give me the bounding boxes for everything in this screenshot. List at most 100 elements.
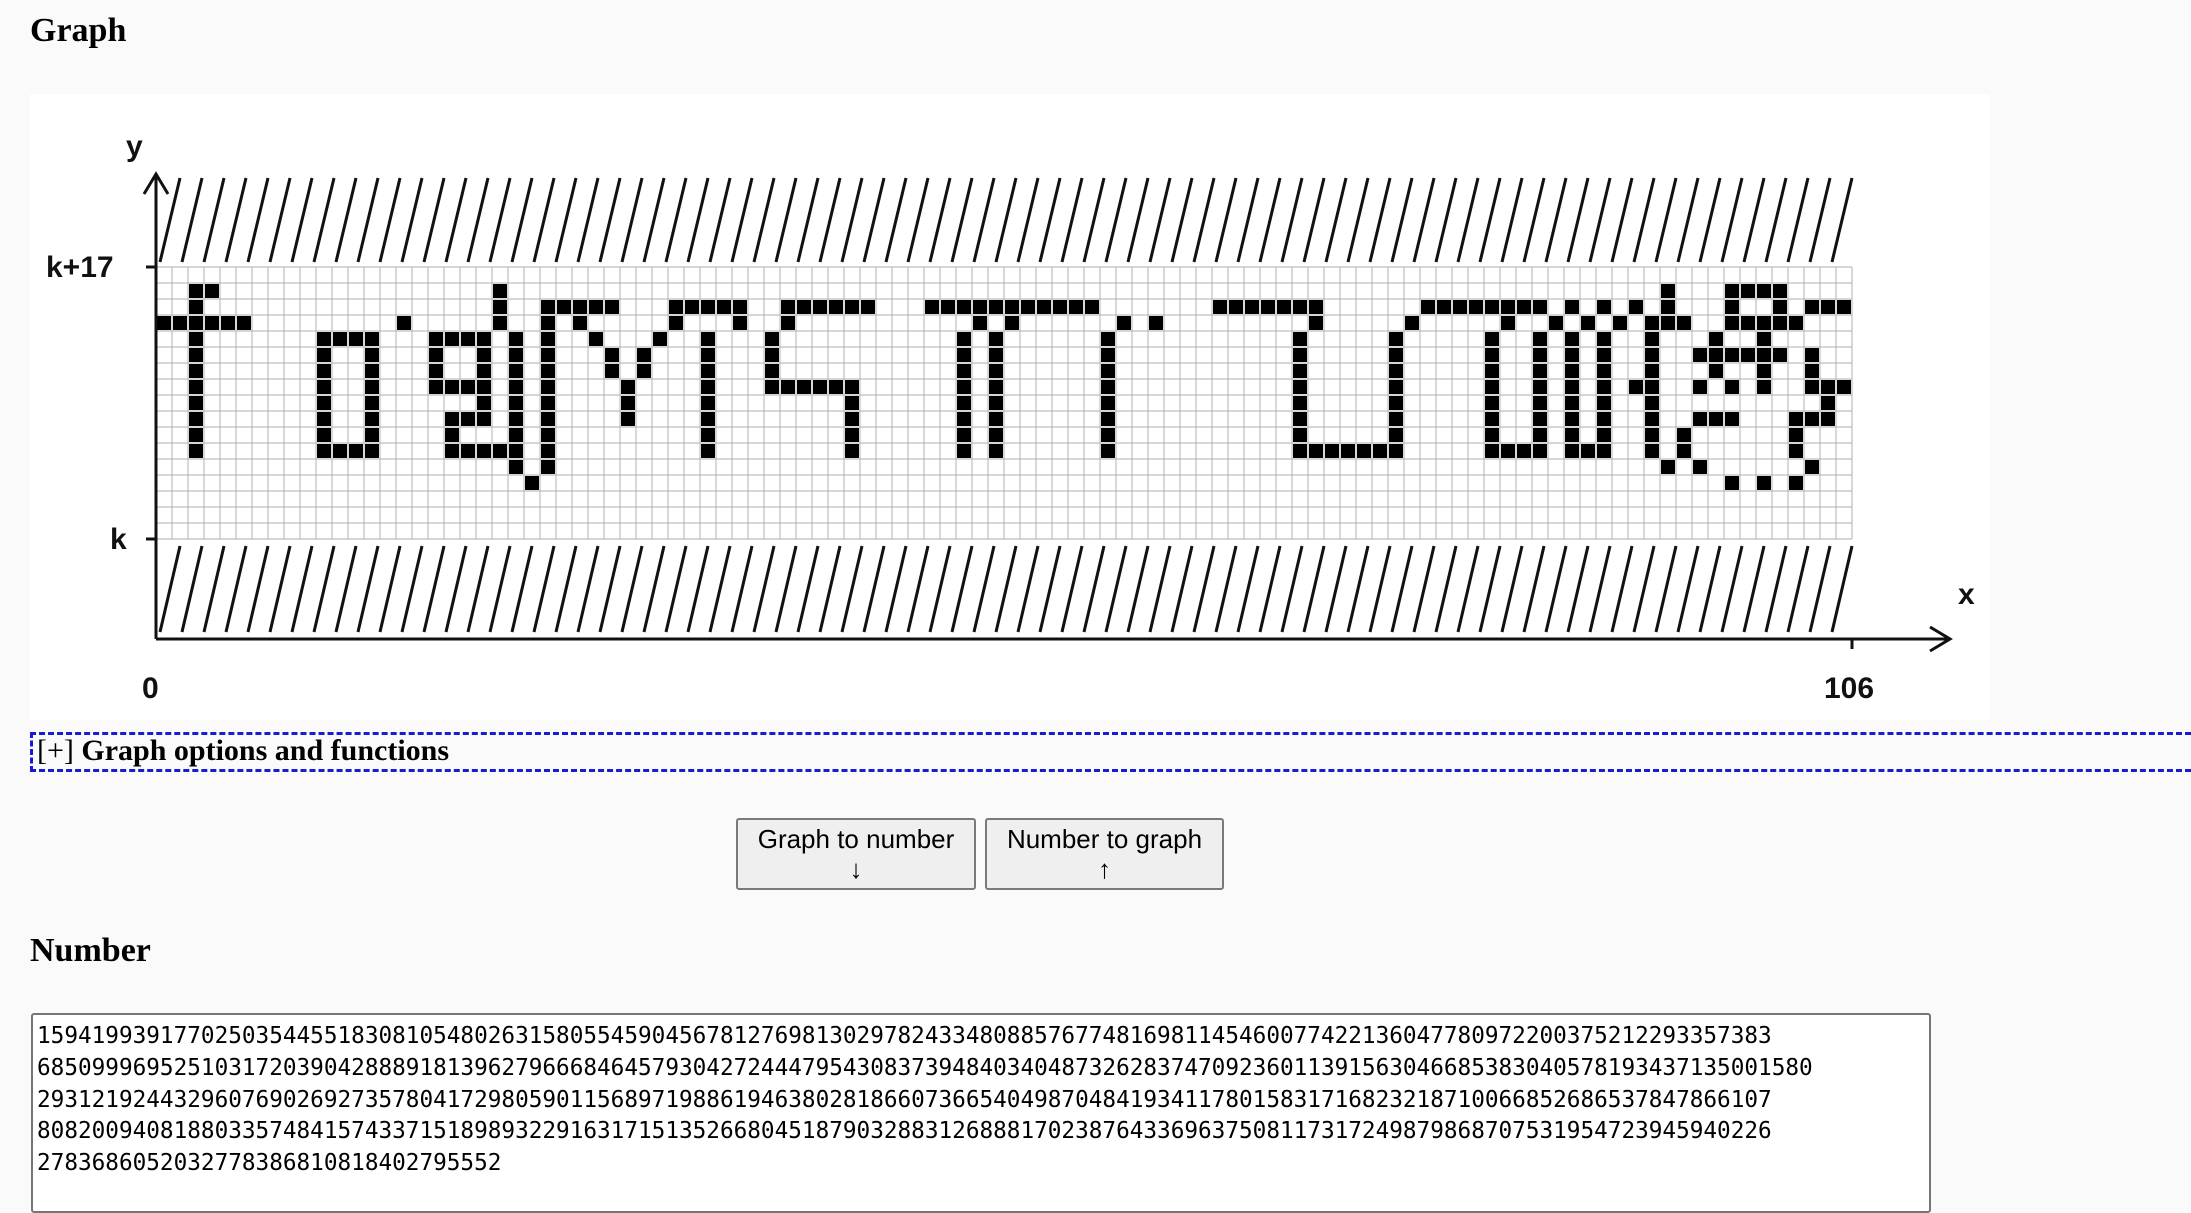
pixel-cell[interactable] — [1389, 428, 1403, 442]
pixel-cell[interactable] — [765, 380, 779, 394]
pixel-cell[interactable] — [1533, 380, 1547, 394]
pixel-cell[interactable] — [1293, 380, 1307, 394]
pixel-cell[interactable] — [1101, 348, 1115, 362]
pixel-cell[interactable] — [1389, 364, 1403, 378]
pixel-cell[interactable] — [349, 444, 363, 458]
pixel-cell[interactable] — [1805, 412, 1819, 426]
pixel-cell[interactable] — [509, 428, 523, 442]
pixel-cell[interactable] — [1821, 396, 1835, 410]
pixel-cell[interactable] — [1693, 460, 1707, 474]
pixel-cell[interactable] — [1053, 300, 1067, 314]
pixel-cell[interactable] — [1565, 300, 1579, 314]
pixel-cell[interactable] — [1293, 412, 1307, 426]
pixel-cell[interactable] — [1485, 444, 1499, 458]
pixel-cell[interactable] — [461, 412, 475, 426]
pixel-cell[interactable] — [461, 444, 475, 458]
pixel-cell[interactable] — [509, 396, 523, 410]
pixel-cell[interactable] — [189, 316, 203, 330]
pixel-cell[interactable] — [1597, 348, 1611, 362]
pixel-cell[interactable] — [1709, 364, 1723, 378]
pixel-cell[interactable] — [1789, 444, 1803, 458]
pixel-cell[interactable] — [925, 300, 939, 314]
pixel-cell[interactable] — [1645, 428, 1659, 442]
pixel-cell[interactable] — [317, 332, 331, 346]
pixel-cell[interactable] — [1389, 396, 1403, 410]
pixel-cell[interactable] — [1117, 316, 1131, 330]
pixel-cell[interactable] — [701, 300, 715, 314]
graph-to-number-button[interactable]: Graph to number ↓ — [736, 818, 976, 890]
pixel-cell[interactable] — [1613, 316, 1627, 330]
pixel-cell[interactable] — [1421, 300, 1435, 314]
pixel-cell[interactable] — [1565, 364, 1579, 378]
pixel-cell[interactable] — [1485, 348, 1499, 362]
pixel-cell[interactable] — [1565, 428, 1579, 442]
pixel-cell[interactable] — [317, 444, 331, 458]
pixel-cell[interactable] — [605, 348, 619, 362]
pixel-cell[interactable] — [1789, 316, 1803, 330]
pixel-cell[interactable] — [701, 428, 715, 442]
pixel-cell[interactable] — [429, 348, 443, 362]
pixel-cell[interactable] — [1533, 348, 1547, 362]
pixel-cell[interactable] — [1485, 396, 1499, 410]
pixel-cell[interactable] — [1693, 348, 1707, 362]
pixel-cell[interactable] — [541, 428, 555, 442]
pixel-cell[interactable] — [1837, 300, 1851, 314]
pixel-cell[interactable] — [989, 380, 1003, 394]
pixel-cell[interactable] — [189, 428, 203, 442]
pixel-cell[interactable] — [477, 396, 491, 410]
pixel-cell[interactable] — [493, 300, 507, 314]
pixel-cell[interactable] — [365, 396, 379, 410]
pixel-cell[interactable] — [477, 444, 491, 458]
pixel-cell[interactable] — [1757, 284, 1771, 298]
pixel-cell[interactable] — [1805, 380, 1819, 394]
pixel-cell[interactable] — [1629, 300, 1643, 314]
pixel-cell[interactable] — [1597, 300, 1611, 314]
pixel-cell[interactable] — [845, 412, 859, 426]
pixel-cell[interactable] — [973, 300, 987, 314]
pixel-cell[interactable] — [1565, 380, 1579, 394]
pixel-cell[interactable] — [1149, 316, 1163, 330]
pixel-cell[interactable] — [541, 460, 555, 474]
pixel-cell[interactable] — [189, 284, 203, 298]
pixel-cell[interactable] — [189, 444, 203, 458]
pixel-cell[interactable] — [541, 348, 555, 362]
pixel-cell[interactable] — [1757, 348, 1771, 362]
pixel-cell[interactable] — [1677, 444, 1691, 458]
pixel-cell[interactable] — [1725, 316, 1739, 330]
pixel-cell[interactable] — [1741, 316, 1755, 330]
pixel-cell[interactable] — [1645, 316, 1659, 330]
pixel-cell[interactable] — [733, 300, 747, 314]
pixel-cell[interactable] — [1485, 428, 1499, 442]
pixel-cell[interactable] — [1485, 300, 1499, 314]
pixel-cell[interactable] — [237, 316, 251, 330]
pixel-cell[interactable] — [317, 412, 331, 426]
pixel-cell[interactable] — [493, 316, 507, 330]
pixel-cell[interactable] — [1533, 300, 1547, 314]
pixel-cell[interactable] — [1805, 364, 1819, 378]
pixel-cell[interactable] — [509, 460, 523, 474]
pixel-cell[interactable] — [205, 284, 219, 298]
pixel-cell[interactable] — [1645, 444, 1659, 458]
pixel-cell[interactable] — [1373, 444, 1387, 458]
pixel-cell[interactable] — [477, 412, 491, 426]
graph-options-toggle[interactable]: [+] Graph options and functions — [30, 732, 2191, 772]
pixel-cell[interactable] — [1565, 332, 1579, 346]
number-textarea[interactable]: 1594199391770250354455183081054802631580… — [31, 1013, 1931, 1213]
number-to-graph-button[interactable]: Number to graph ↑ — [985, 818, 1224, 890]
pixel-cell[interactable] — [621, 380, 635, 394]
pixel-cell[interactable] — [1261, 300, 1275, 314]
pixel-cell[interactable] — [1597, 332, 1611, 346]
pixel-cell[interactable] — [509, 364, 523, 378]
pixel-cell[interactable] — [1005, 300, 1019, 314]
pixel-cell[interactable] — [797, 300, 811, 314]
pixel-cell[interactable] — [1005, 316, 1019, 330]
pixel-cell[interactable] — [1485, 412, 1499, 426]
pixel-cell[interactable] — [1773, 316, 1787, 330]
pixel-cell[interactable] — [989, 428, 1003, 442]
pixel-cell[interactable] — [1565, 348, 1579, 362]
pixel-cell[interactable] — [493, 444, 507, 458]
pixel-cell[interactable] — [1821, 412, 1835, 426]
pixel-cell[interactable] — [1597, 428, 1611, 442]
expand-toggle[interactable]: [+] — [37, 734, 74, 767]
pixel-cell[interactable] — [1709, 412, 1723, 426]
